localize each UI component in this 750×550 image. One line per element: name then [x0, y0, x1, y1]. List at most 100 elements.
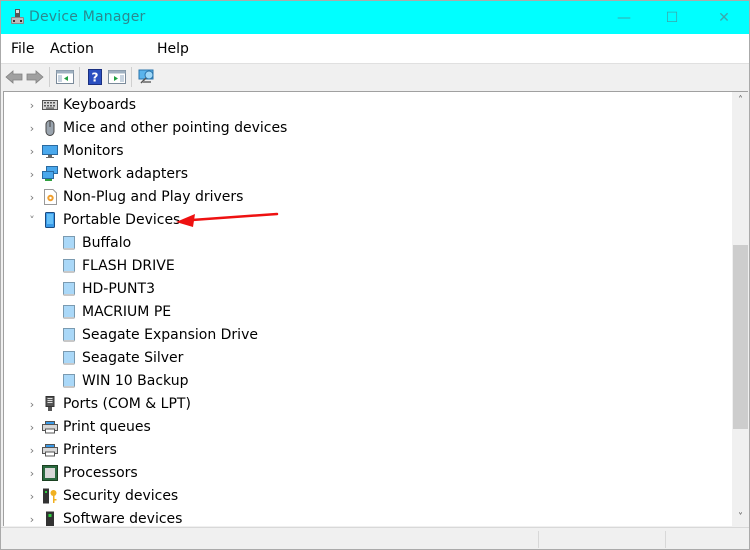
- tree-child-macrium-pe[interactable]: MACRIUM PE: [4, 301, 732, 324]
- forward-button[interactable]: [25, 67, 45, 87]
- tree-node-non-plug-and-play-drivers[interactable]: › Non-Plug and Play drivers: [4, 186, 732, 209]
- expander-collapsed-icon[interactable]: ›: [26, 145, 38, 158]
- portable-device-icon: [45, 212, 55, 228]
- tree-node-monitors[interactable]: › Monitors: [4, 140, 732, 163]
- help-button[interactable]: ?: [85, 67, 105, 87]
- tree-node-label: Ports (COM & LPT): [63, 396, 191, 412]
- action-pane-icon: [108, 70, 126, 84]
- scroll-thumb[interactable]: [733, 245, 748, 429]
- minimize-button[interactable]: —: [601, 1, 647, 34]
- processor-icon: [42, 465, 58, 481]
- tree-node-label: Printers: [63, 442, 117, 458]
- tree-node-label: Network adapters: [63, 166, 188, 182]
- printer-icon: [42, 444, 58, 457]
- expander-collapsed-icon[interactable]: ›: [26, 421, 38, 434]
- window-title: Device Manager: [29, 9, 146, 25]
- tree-node-software-devices[interactable]: › Software devices: [4, 508, 732, 526]
- help-icon: ?: [88, 69, 102, 85]
- tree-node-print-queues[interactable]: › Print queues: [4, 416, 732, 439]
- tree-node-mice-and-other-pointing-devices[interactable]: › Mice and other pointing devices: [4, 117, 732, 140]
- console-tree-icon: [56, 70, 74, 84]
- portable-child-icon: [63, 328, 75, 342]
- tree-node-label: Buffalo: [82, 235, 132, 251]
- tree-node-label: Security devices: [63, 488, 179, 504]
- tree-child-seagate-silver[interactable]: Seagate Silver: [4, 347, 732, 370]
- portable-child-icon: [63, 374, 75, 388]
- portable-child-icon: [63, 236, 75, 250]
- tree-node-label: HD-PUNT3: [82, 281, 155, 297]
- scroll-down-button[interactable]: ˅: [732, 509, 749, 526]
- scroll-up-button[interactable]: ˄: [732, 92, 749, 109]
- tree-node-printers[interactable]: › Printers: [4, 439, 732, 462]
- expander-collapsed-icon[interactable]: ›: [26, 467, 38, 480]
- expander-collapsed-icon[interactable]: ›: [26, 398, 38, 411]
- tree-child-hd-punt3[interactable]: HD-PUNT3: [4, 278, 732, 301]
- tree-node-ports-com-lpt[interactable]: › Ports (COM & LPT): [4, 393, 732, 416]
- expander-collapsed-icon[interactable]: ›: [26, 490, 38, 503]
- tree-node-label: FLASH DRIVE: [82, 258, 175, 274]
- vertical-scrollbar[interactable]: ˄ ˅: [732, 92, 749, 526]
- tree-node-label: Print queues: [63, 419, 151, 435]
- expander-expanded-icon[interactable]: ˅: [26, 214, 38, 227]
- menu-action[interactable]: Action: [50, 41, 94, 57]
- chevron-up-icon: ˄: [738, 95, 743, 106]
- tree-node-label: Monitors: [63, 143, 124, 159]
- scan-hardware-button[interactable]: [137, 67, 157, 87]
- status-bar: [1, 527, 749, 549]
- portable-child-icon: [63, 351, 75, 365]
- expander-collapsed-icon[interactable]: ›: [26, 444, 38, 457]
- action-pane-button[interactable]: [107, 67, 127, 87]
- expander-collapsed-icon[interactable]: ›: [26, 191, 38, 204]
- scan-monitor-icon: [138, 69, 154, 84]
- menu-help[interactable]: Help: [157, 41, 189, 57]
- tree-child-buffalo[interactable]: Buffalo: [4, 232, 732, 255]
- tree-child-win-10-backup[interactable]: WIN 10 Backup: [4, 370, 732, 393]
- back-button[interactable]: [4, 67, 24, 87]
- minimize-icon: —: [617, 9, 631, 26]
- menu-file[interactable]: File: [11, 41, 34, 57]
- device-manager-app-icon: [11, 9, 24, 24]
- tree-child-flash-drive[interactable]: FLASH DRIVE: [4, 255, 732, 278]
- software-device-icon: [46, 511, 54, 526]
- portable-child-icon: [63, 282, 75, 296]
- security-device-icon: [43, 488, 57, 504]
- close-button[interactable]: ✕: [701, 1, 747, 34]
- expander-collapsed-icon[interactable]: ›: [26, 168, 38, 181]
- tree-node-label: MACRIUM PE: [82, 304, 172, 320]
- tree-node-processors[interactable]: › Processors: [4, 462, 732, 485]
- keyboard-icon: [42, 100, 58, 110]
- tree-node-label: Keyboards: [63, 97, 137, 113]
- expander-collapsed-icon[interactable]: ›: [26, 513, 38, 526]
- back-arrow-icon: [5, 70, 23, 84]
- tree-node-network-adapters[interactable]: › Network adapters: [4, 163, 732, 186]
- monitor-icon: [42, 145, 58, 158]
- port-icon: [45, 396, 55, 411]
- device-manager-window: Device Manager — ☐ ✕ File Action Help ?: [0, 0, 750, 550]
- toolbar-separator: [49, 67, 50, 87]
- portable-child-icon: [63, 305, 75, 319]
- title-bar[interactable]: Device Manager — ☐ ✕: [1, 1, 749, 34]
- console-tree-button[interactable]: [55, 67, 75, 87]
- tree-node-security-devices[interactable]: › Security devices: [4, 485, 732, 508]
- driver-icon: [44, 189, 57, 205]
- svg-text:?: ?: [92, 71, 99, 85]
- tree-node-label: Non-Plug and Play drivers: [63, 189, 244, 205]
- toolbar-separator: [79, 67, 80, 87]
- device-tree[interactable]: › Keyboards › Mice and other pointing devic…: [3, 91, 748, 526]
- menu-bar: File Action Help: [1, 34, 749, 63]
- status-separator: [538, 531, 539, 548]
- toolbar: ?: [1, 63, 749, 89]
- tree-node-keyboards[interactable]: › Keyboards: [4, 94, 732, 117]
- expander-collapsed-icon[interactable]: ›: [26, 122, 38, 135]
- network-adapter-icon: [42, 166, 58, 181]
- tree-node-portable-devices[interactable]: ˅ Portable Devices: [4, 209, 732, 232]
- tree-node-label: Seagate Expansion Drive: [82, 327, 258, 343]
- expander-collapsed-icon[interactable]: ›: [26, 99, 38, 112]
- tree-node-label: Mice and other pointing devices: [63, 120, 288, 136]
- maximize-button[interactable]: ☐: [649, 1, 695, 34]
- forward-arrow-icon: [26, 70, 44, 84]
- tree-node-label: Software devices: [63, 511, 183, 526]
- status-separator: [665, 531, 666, 548]
- tree-node-label: Portable Devices: [63, 212, 181, 228]
- tree-child-seagate-expansion-drive[interactable]: Seagate Expansion Drive: [4, 324, 732, 347]
